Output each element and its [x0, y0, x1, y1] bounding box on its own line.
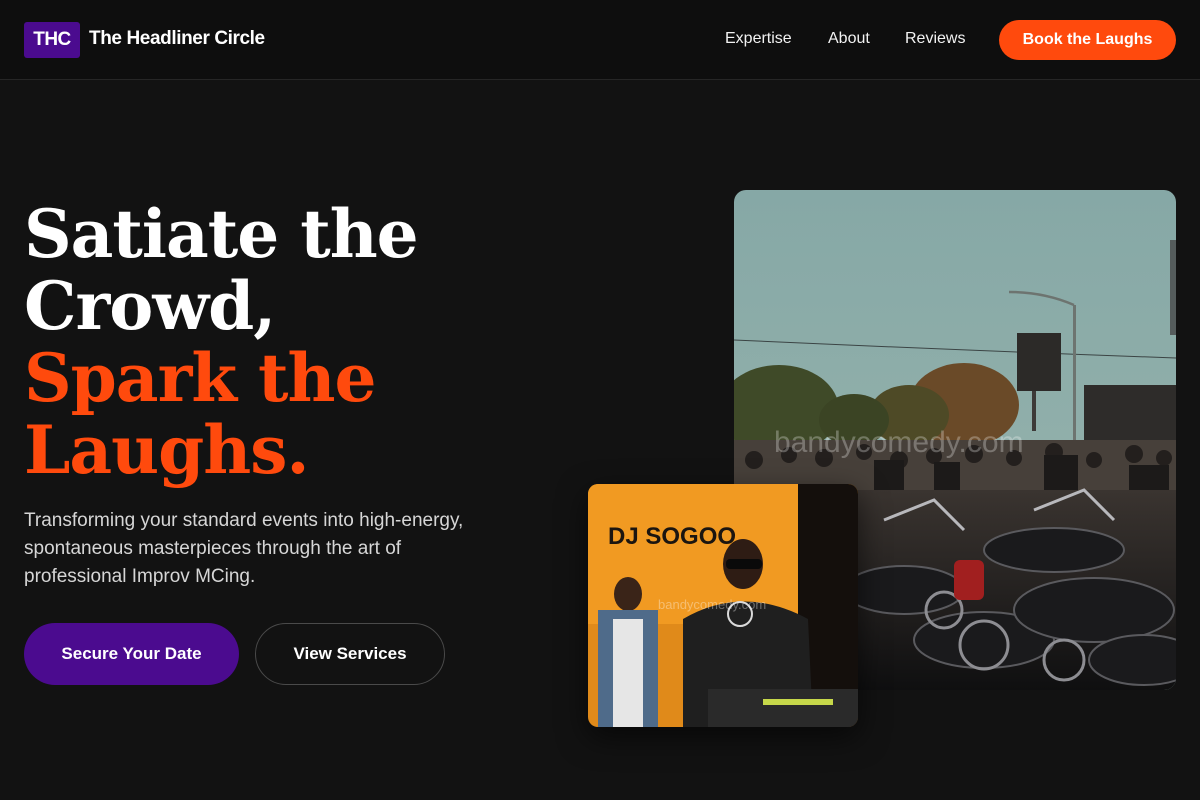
headline-line-3: Spark the: [24, 339, 377, 417]
hero-headline: Satiate the Crowd, Spark the Laughs.: [24, 198, 544, 486]
nav-expertise[interactable]: Expertise: [725, 30, 792, 48]
brand-name[interactable]: The Headliner Circle: [89, 28, 265, 50]
nav-reviews[interactable]: Reviews: [905, 30, 965, 48]
hero-subtext: Transforming your standard events into h…: [24, 510, 464, 587]
dj-banner-text: DJ SOGOO: [608, 523, 736, 550]
small-photo-watermark: bandycomedy.com: [658, 597, 766, 612]
book-the-laughs-button[interactable]: Book the Laughs: [999, 20, 1176, 60]
secure-your-date-button[interactable]: Secure Your Date: [24, 623, 239, 685]
dj-performance-photo: DJ SOGOO bandycomedy.com: [588, 484, 858, 727]
view-services-button[interactable]: View Services: [255, 623, 445, 685]
headline-line-2: Crowd,: [24, 267, 276, 345]
logo-badge[interactable]: THC: [24, 22, 80, 58]
headline-line-4: Laughs.: [24, 411, 309, 489]
large-photo-watermark: bandycomedy.com: [774, 426, 1024, 459]
headline-line-1: Satiate the: [24, 195, 419, 273]
site-header: THC The Headliner Circle Expertise About…: [0, 0, 1200, 80]
nav-about[interactable]: About: [828, 30, 870, 48]
